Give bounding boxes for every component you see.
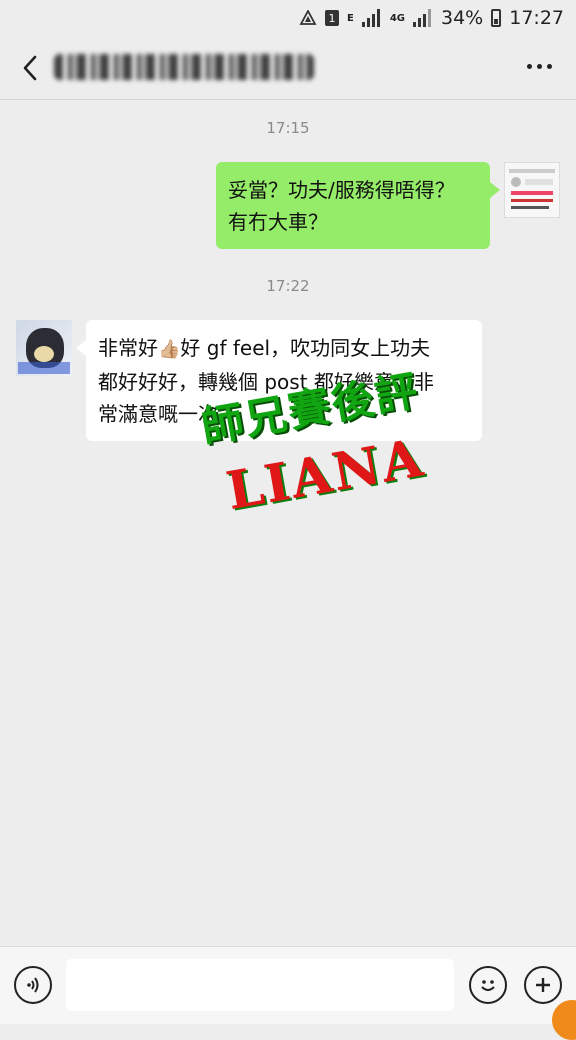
- network-4g-label: 4G: [389, 12, 405, 24]
- message-text: 妥當？功夫/服務得唔得？ 有冇大車？: [228, 178, 455, 234]
- status-bar: 1 E 4G 34% 17:27: [0, 0, 576, 36]
- avatar-self[interactable]: [504, 162, 560, 218]
- avatar-contact[interactable]: [16, 320, 72, 376]
- thumbs-up-emoji: 👍🏼: [158, 339, 181, 360]
- signal-icon: [361, 9, 382, 27]
- chat-header: [0, 36, 576, 100]
- signal-icon-2: [413, 9, 433, 27]
- emoji-icon[interactable]: [469, 966, 507, 1004]
- chat-title-pixelated: [54, 54, 314, 80]
- clock: 17:27: [509, 7, 564, 29]
- outgoing-message[interactable]: 妥當？功夫/服務得唔得？ 有冇大車？: [216, 162, 500, 249]
- more-horizontal-icon[interactable]: [527, 64, 552, 69]
- battery-percent: 34%: [441, 7, 484, 29]
- message-text-start: 非常好: [98, 336, 158, 360]
- network-e-label: E: [346, 12, 354, 24]
- plus-icon[interactable]: [524, 966, 562, 1004]
- timestamp: 17:22: [266, 277, 310, 295]
- message-input[interactable]: [66, 959, 454, 1011]
- voice-icon[interactable]: [14, 966, 52, 1004]
- battery-icon: [491, 9, 502, 27]
- timestamp: 17:15: [266, 119, 310, 137]
- recycle-icon: [299, 10, 317, 26]
- sim-badge: 1: [324, 10, 339, 26]
- chevron-left-icon[interactable]: [18, 54, 44, 82]
- input-bar: [0, 946, 576, 1024]
